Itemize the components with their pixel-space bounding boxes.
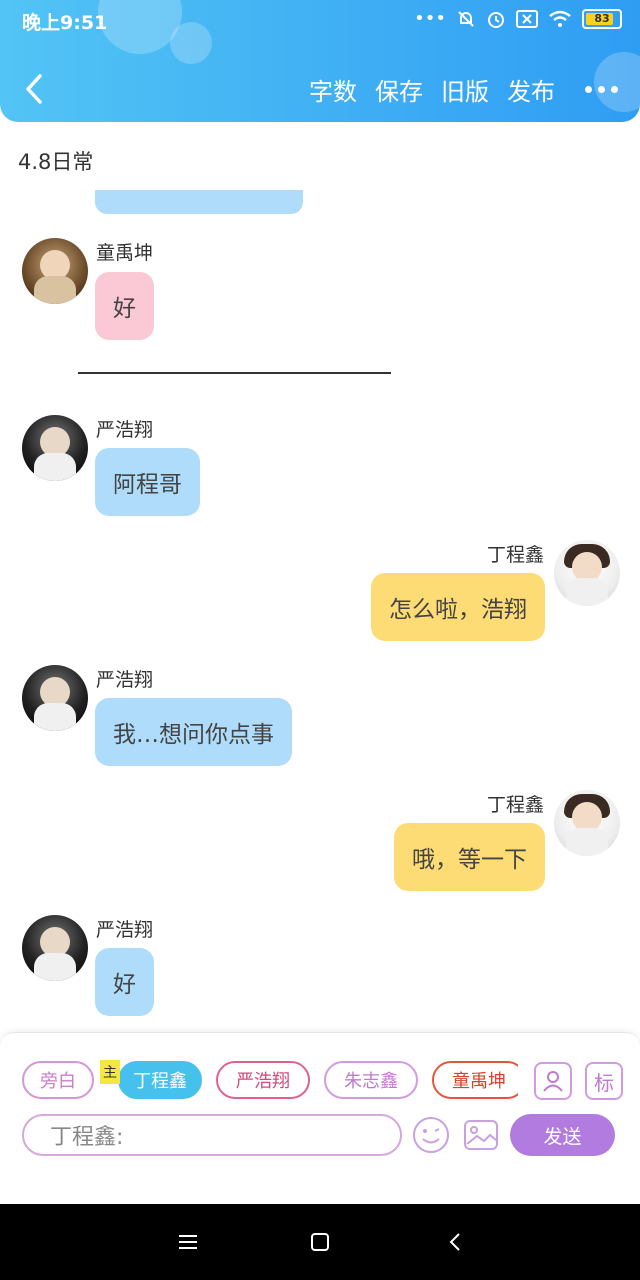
header-actions: 字数 保存 旧版 发布 [309,72,618,107]
battery-text: 83 [594,12,610,25]
system-nav-bar [0,1204,640,1280]
message-input[interactable]: 丁程鑫: [22,1114,402,1156]
image-icon[interactable] [462,1116,500,1154]
chat-bubble-partial [95,190,303,214]
mark-icon[interactable]: 标 [585,1062,623,1100]
publish-button[interactable]: 发布 [507,72,555,107]
sim-blocked-icon [516,9,538,28]
avatar[interactable] [22,238,88,304]
message-author: 严浩翔 [96,919,154,941]
top-header: 晚上9:51 ••• 83 字数 保存 旧版 发布 [0,0,640,122]
chat-bubble[interactable]: 怎么啦，浩翔 [371,573,545,641]
role-chip[interactable]: 朱志鑫 [324,1061,418,1099]
message-author: 丁程鑫 [486,544,544,566]
more-options-icon[interactable] [585,86,618,93]
save-button[interactable]: 保存 [375,72,423,107]
role-chip[interactable]: 严浩翔 [216,1061,310,1099]
back-icon[interactable] [444,1230,468,1254]
menu-icon[interactable] [176,1230,200,1254]
back-arrow-icon[interactable] [22,72,46,106]
role-chip-main[interactable]: 丁程鑫 [118,1061,202,1099]
chat-bubble[interactable]: 好 [95,272,154,340]
chat-bubble[interactable]: 阿程哥 [95,448,200,516]
wifi-icon [549,10,571,27]
battery-icon: 83 [582,8,622,29]
avatar[interactable] [22,415,88,481]
send-button[interactable]: 发送 [510,1114,615,1156]
emoji-icon[interactable] [412,1116,450,1154]
divider-line [78,372,391,374]
message-author: 严浩翔 [96,419,154,441]
word-count-button[interactable]: 字数 [309,72,357,107]
role-manage-icon[interactable] [534,1062,572,1100]
avatar[interactable] [554,790,620,856]
document-title: 4.8日常 [18,150,94,174]
bell-muted-icon [458,10,474,27]
role-chip[interactable]: 童禹坤 [432,1061,518,1099]
chat-bubble[interactable]: 好 [95,948,154,1016]
avatar[interactable] [554,540,620,606]
old-version-button[interactable]: 旧版 [441,72,489,107]
alarm-icon [488,11,504,28]
status-time: 晚上9:51 [22,12,108,34]
home-icon[interactable] [308,1230,332,1254]
avatar[interactable] [22,665,88,731]
more-dots-icon: ••• [414,8,446,29]
chat-bubble[interactable]: 我…想问你点事 [95,698,292,766]
message-author: 丁程鑫 [486,794,544,816]
message-author: 严浩翔 [96,669,154,691]
message-author: 童禹坤 [96,242,154,264]
avatar[interactable] [22,915,88,981]
status-bar: 晚上9:51 ••• 83 [0,0,640,40]
chat-bubble[interactable]: 哦，等一下 [394,823,545,891]
status-icons: ••• 83 [414,8,622,29]
chat-area[interactable]: 童禹坤 好 严浩翔 阿程哥 丁程鑫 怎么啦，浩翔 严浩翔 我…想问你点事 丁程鑫… [0,190,640,1030]
role-chip-narration[interactable]: 旁白 [22,1061,94,1099]
role-selector: 旁白 丁程鑫 严浩翔 朱志鑫 童禹坤 [22,1059,518,1103]
main-role-tag: 主 [100,1060,120,1084]
